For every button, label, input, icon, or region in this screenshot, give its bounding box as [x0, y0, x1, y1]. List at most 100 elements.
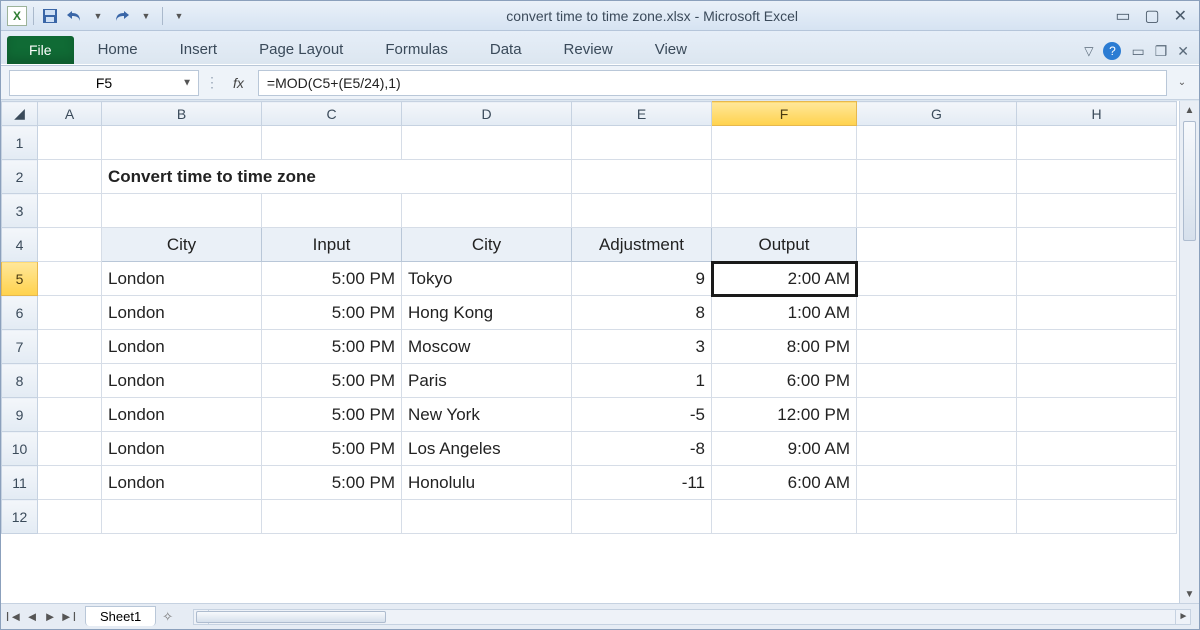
undo-icon[interactable]	[64, 6, 84, 26]
cell[interactable]: -8	[572, 432, 712, 466]
cell[interactable]: 5:00 PM	[262, 432, 402, 466]
cell[interactable]: London	[102, 364, 262, 398]
col-header[interactable]: G	[857, 102, 1017, 126]
name-box-dropdown-icon[interactable]: ▼	[182, 77, 192, 88]
col-header[interactable]: H	[1017, 102, 1177, 126]
row-header[interactable]: 10	[2, 432, 38, 466]
new-sheet-icon[interactable]: ✧	[162, 609, 173, 625]
row-header[interactable]: 7	[2, 330, 38, 364]
qat-customize-icon[interactable]: ▼	[169, 6, 189, 26]
col-header[interactable]: E	[572, 102, 712, 126]
table-header[interactable]: Output	[712, 228, 857, 262]
scroll-track[interactable]	[1180, 119, 1199, 585]
select-all-corner[interactable]: ◢	[2, 102, 38, 126]
cell[interactable]: 6:00 AM	[712, 466, 857, 500]
sheet-nav-prev-icon[interactable]: ◄	[23, 609, 41, 624]
title-cell[interactable]: Convert time to time zone	[102, 160, 572, 194]
row-header[interactable]: 4	[2, 228, 38, 262]
row-header-selected[interactable]: 5	[2, 262, 38, 296]
cell[interactable]: London	[102, 398, 262, 432]
scroll-right-icon[interactable]: ►	[1175, 610, 1191, 624]
tab-formulas[interactable]: Formulas	[367, 35, 466, 64]
cell[interactable]: London	[102, 466, 262, 500]
workbook-min-icon[interactable]: ▭	[1131, 43, 1144, 60]
horizontal-scrollbar[interactable]: ◄ ►	[193, 609, 1191, 625]
col-header[interactable]: B	[102, 102, 262, 126]
hscroll-thumb[interactable]	[196, 611, 386, 623]
cell[interactable]: London	[102, 296, 262, 330]
maximize-icon[interactable]: ▢	[1144, 6, 1159, 26]
cell[interactable]: Honolulu	[402, 466, 572, 500]
tab-home[interactable]: Home	[80, 35, 156, 64]
row-header[interactable]: 9	[2, 398, 38, 432]
save-icon[interactable]	[40, 6, 60, 26]
cell[interactable]: 8:00 PM	[712, 330, 857, 364]
table-header[interactable]: City	[102, 228, 262, 262]
cell[interactable]: New York	[402, 398, 572, 432]
cell[interactable]: 1:00 AM	[712, 296, 857, 330]
close-icon[interactable]: ✕	[1174, 6, 1187, 26]
table-header[interactable]: Input	[262, 228, 402, 262]
cell[interactable]: -11	[572, 466, 712, 500]
cell[interactable]: London	[102, 330, 262, 364]
tab-insert[interactable]: Insert	[162, 35, 236, 64]
cell[interactable]: 5:00 PM	[262, 364, 402, 398]
row-header[interactable]: 12	[2, 500, 38, 534]
redo-icon[interactable]	[112, 6, 132, 26]
minimize-icon[interactable]: ▭	[1115, 6, 1130, 26]
workbook-close-icon[interactable]: ✕	[1177, 43, 1189, 60]
scroll-up-icon[interactable]: ▲	[1180, 101, 1199, 119]
file-tab[interactable]: File	[7, 36, 74, 64]
sheet-tab[interactable]: Sheet1	[85, 606, 156, 626]
active-cell[interactable]: 2:00 AM	[712, 262, 857, 296]
cell[interactable]: Hong Kong	[402, 296, 572, 330]
cell[interactable]: Los Angeles	[402, 432, 572, 466]
cell[interactable]: 5:00 PM	[262, 330, 402, 364]
undo-dropdown-icon[interactable]: ▼	[88, 6, 108, 26]
cell[interactable]: 9:00 AM	[712, 432, 857, 466]
cell[interactable]: Paris	[402, 364, 572, 398]
row-header[interactable]: 2	[2, 160, 38, 194]
formula-input[interactable]: =MOD(C5+(E5/24),1)	[258, 70, 1167, 96]
cell[interactable]: 5:00 PM	[262, 398, 402, 432]
cell[interactable]: 1	[572, 364, 712, 398]
redo-dropdown-icon[interactable]: ▼	[136, 6, 156, 26]
cell[interactable]: 9	[572, 262, 712, 296]
tab-view[interactable]: View	[637, 35, 705, 64]
ribbon-min-icon[interactable]: ▽	[1084, 44, 1093, 58]
table-header[interactable]: Adjustment	[572, 228, 712, 262]
tab-page-layout[interactable]: Page Layout	[241, 35, 361, 64]
row-header[interactable]: 11	[2, 466, 38, 500]
table-header[interactable]: City	[402, 228, 572, 262]
cell[interactable]: 6:00 PM	[712, 364, 857, 398]
workbook-restore-icon[interactable]: ❐	[1155, 43, 1168, 60]
cell[interactable]: -5	[572, 398, 712, 432]
vertical-scrollbar[interactable]: ▲ ▼	[1179, 101, 1199, 603]
col-header[interactable]: A	[38, 102, 102, 126]
sheet-nav-next-icon[interactable]: ►	[41, 609, 59, 624]
cell[interactable]: 8	[572, 296, 712, 330]
sheet-nav-first-icon[interactable]: I◄	[5, 609, 23, 624]
cell[interactable]: Moscow	[402, 330, 572, 364]
cell[interactable]: Tokyo	[402, 262, 572, 296]
col-header[interactable]: D	[402, 102, 572, 126]
cell[interactable]: London	[102, 262, 262, 296]
row-header[interactable]: 6	[2, 296, 38, 330]
cell[interactable]: 5:00 PM	[262, 262, 402, 296]
col-header[interactable]: C	[262, 102, 402, 126]
col-header-selected[interactable]: F	[712, 102, 857, 126]
fx-icon[interactable]: fx	[225, 75, 252, 91]
tab-data[interactable]: Data	[472, 35, 540, 64]
cell[interactable]: 5:00 PM	[262, 466, 402, 500]
formula-expand-icon[interactable]: ⌄	[1173, 77, 1191, 88]
cell[interactable]: 3	[572, 330, 712, 364]
row-header[interactable]: 1	[2, 126, 38, 160]
name-box[interactable]: F5 ▼	[9, 70, 199, 96]
cell[interactable]: 5:00 PM	[262, 296, 402, 330]
cell[interactable]: 12:00 PM	[712, 398, 857, 432]
row-header[interactable]: 3	[2, 194, 38, 228]
row-header[interactable]: 8	[2, 364, 38, 398]
tab-review[interactable]: Review	[546, 35, 631, 64]
scroll-thumb[interactable]	[1183, 121, 1196, 241]
worksheet[interactable]: ◢ A B C D E F G H 1 2 Convert time to ti…	[1, 101, 1179, 603]
